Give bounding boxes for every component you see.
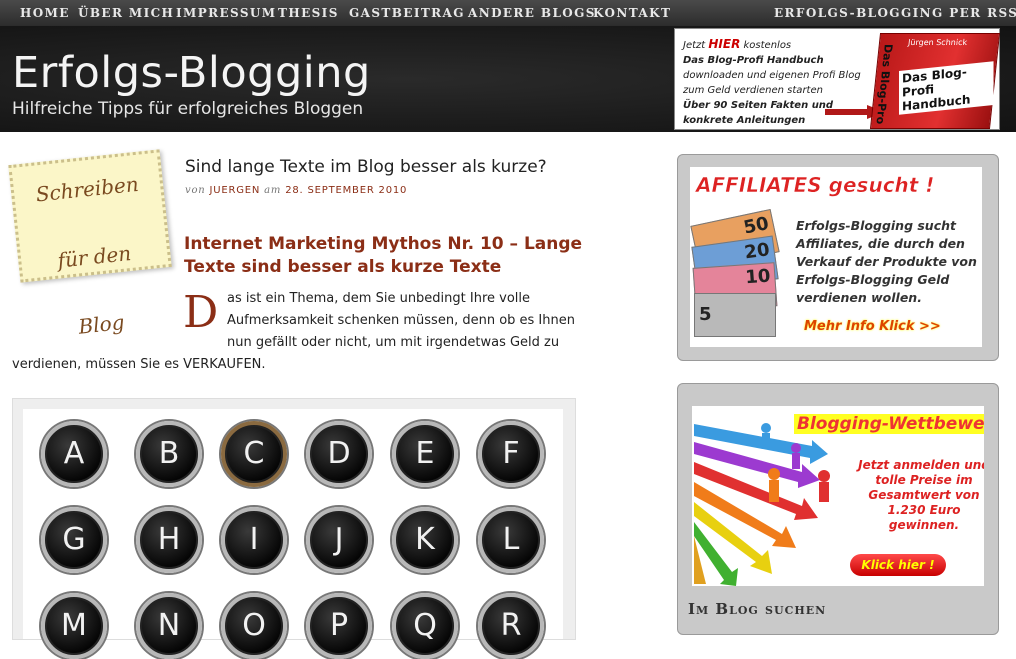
sidebar-affiliates-box: AFFILIATES gesucht ! 50 20 10 5 Erfolgs-…	[677, 154, 999, 361]
nav-ueber-mich[interactable]: ÜBER MICH	[78, 6, 174, 20]
nav-rss[interactable]: ERFOLGS-BLOGGING PER RSS	[774, 6, 1016, 20]
typewriter-key: N	[136, 593, 202, 659]
stamp-line2: für den	[56, 240, 133, 273]
book-title: Das Blog-Profi Handbuch	[899, 61, 994, 115]
affiliates-more-info-link[interactable]: Mehr Info Klick >>	[804, 319, 941, 334]
post-byline: von JUERGEN am 28. SEPTEMBER 2010	[185, 185, 407, 196]
top-navigation: HOME ÜBER MICH IMPRESSUM THESIS GASTBEIT…	[0, 0, 1016, 26]
handbook-cover-image: Jürgen Schnick Das Blog-Pro Das Blog-Pro…	[869, 33, 1001, 129]
typewriter-key: C	[221, 421, 287, 487]
banner-line2: Das Blog-Profi Handbuch	[683, 55, 824, 66]
affiliates-banner[interactable]: AFFILIATES gesucht ! 50 20 10 5 Erfolgs-…	[690, 167, 982, 347]
typewriter-key: G	[41, 507, 107, 573]
handbook-banner[interactable]: Jetzt HIER kostenlos Das Blog-Profi Hand…	[674, 28, 1001, 130]
banner-line1-post: kostenlos	[740, 40, 792, 51]
typewriter-key: R	[478, 593, 544, 659]
byline-am: am	[264, 185, 282, 196]
typewriter-key: D	[306, 421, 372, 487]
book-spine: Das Blog-Pro	[873, 44, 895, 125]
typewriter-key: P	[306, 593, 372, 659]
contest-title: Blogging-Wettbewerb	[794, 414, 984, 434]
sidebar-search-heading: Im Blog suchen	[688, 600, 827, 618]
typewriter-key: E	[392, 421, 458, 487]
banner-line6: konkrete Anleitungen	[683, 115, 806, 126]
typewriter-key: B	[136, 421, 202, 487]
book-author: Jürgen Schnick	[907, 38, 968, 47]
site-title[interactable]: Erfolgs-Blogging	[12, 48, 371, 98]
site-subtitle: Hilfreiche Tipps für erfolgreiches Blogg…	[12, 99, 364, 119]
typewriter-keys-image: ABCDEF GHIJKL MNOPQR	[12, 398, 576, 659]
typewriter-key: M	[41, 593, 107, 659]
affiliates-title: AFFILIATES gesucht !	[696, 173, 935, 198]
banner-line5: Über 90 Seiten Fakten und	[683, 100, 834, 111]
contest-text: Jetzt anmelden und tolle Preise im Gesam…	[858, 458, 984, 532]
nav-impressum[interactable]: IMPRESSUM	[176, 6, 276, 20]
typewriter-key: L	[478, 507, 544, 573]
nav-kontakt[interactable]: KONTAKT	[593, 6, 671, 20]
affiliates-text: Erfolgs-Blogging sucht Affiliates, die d…	[796, 218, 977, 305]
post-paragraph: as ist ein Thema, dem Sie unbedingt Ihre…	[12, 288, 624, 376]
para-line-2: Aufmerksamkeit schenken müssen, denn ob …	[227, 313, 575, 328]
stamp-line1: Schreiben	[34, 171, 140, 207]
category-stamp: Schreiben für den Blog	[8, 149, 172, 339]
contest-click-button[interactable]: Klick hier !	[850, 554, 946, 576]
banner-line1-pre: Jetzt	[683, 40, 709, 51]
typewriter-key: F	[478, 421, 544, 487]
banknote-5-image: 5	[694, 293, 776, 337]
typewriter-key: A	[41, 421, 107, 487]
nav-home[interactable]: HOME	[20, 6, 70, 20]
typewriter-keys-grid: ABCDEF GHIJKL MNOPQR	[23, 409, 563, 659]
para-line-1: as ist ein Thema, dem Sie unbedingt Ihre…	[227, 291, 531, 306]
post-heading: Internet Marketing Mythos Nr. 10 – Lange…	[184, 234, 583, 277]
typewriter-key: I	[221, 507, 287, 573]
nav-gastbeitrag[interactable]: GASTBEITRAG	[349, 6, 465, 20]
nav-thesis[interactable]: THESIS	[278, 6, 339, 20]
para-line-4: verdienen, müssen Sie es VERKAUFEN.	[12, 357, 266, 372]
site-header: Erfolgs-Blogging Hilfreiche Tipps für er…	[0, 26, 1016, 132]
sidebar-contest-box: Blogging-Wettbewerb Jetzt anmelden und t…	[677, 383, 999, 635]
contest-banner[interactable]: Blogging-Wettbewerb Jetzt anmelden und t…	[692, 406, 984, 586]
para-line-3: nun gefällt oder nicht, um mit irgendetw…	[227, 335, 560, 350]
post-date: 28. SEPTEMBER 2010	[285, 185, 408, 196]
typewriter-key: J	[306, 507, 372, 573]
banner-hier: HIER	[708, 37, 741, 51]
banner-line4: zum Geld verdienen starten	[683, 85, 823, 96]
post-author-link[interactable]: JUERGEN	[210, 185, 261, 196]
typewriter-key: O	[221, 593, 287, 659]
typewriter-key: K	[392, 507, 458, 573]
post-title[interactable]: Sind lange Texte im Blog besser als kurz…	[185, 157, 547, 177]
typewriter-key: H	[136, 507, 202, 573]
byline-von: von	[185, 185, 206, 196]
nav-andere-blogs[interactable]: ANDERE BLOGS	[468, 6, 596, 20]
banner-line3: downloaden und eigenen Profi Blog	[683, 70, 861, 81]
typewriter-key: Q	[392, 593, 458, 659]
